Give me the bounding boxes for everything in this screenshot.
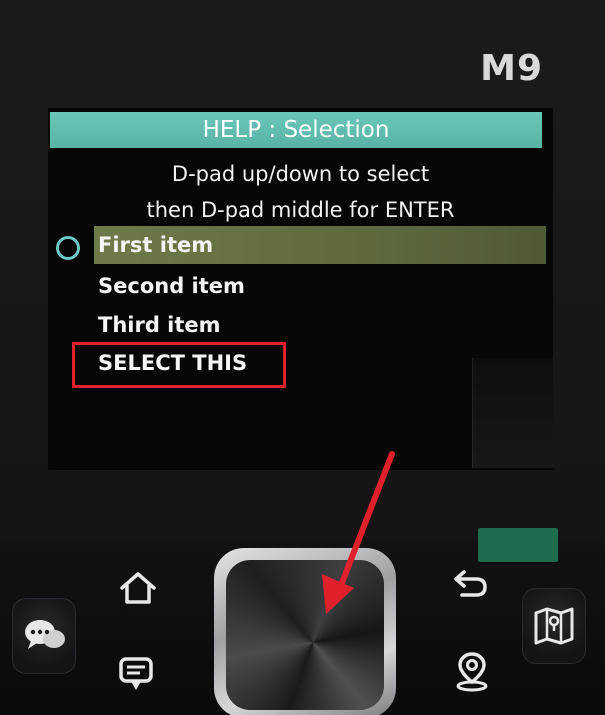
model-label: M9 [480, 48, 543, 89]
screen-glare [472, 358, 553, 468]
back-arrow-icon[interactable] [452, 568, 490, 600]
menu-item-third[interactable]: Third item [98, 313, 221, 337]
display-screen: HELP : Selection D-pad up/down to select… [48, 108, 553, 470]
device-body: M9 HELP : Selection D-pad up/down to sel… [0, 0, 605, 715]
selection-radio-icon [56, 236, 80, 260]
map-button[interactable] [522, 588, 586, 664]
menu-item-first[interactable]: First item [94, 226, 546, 264]
chat-bubbles-icon [23, 617, 67, 655]
message-icon[interactable] [118, 656, 154, 692]
instruction-line-2: then D-pad middle for ENTER [146, 198, 455, 222]
map-icon [533, 605, 575, 645]
location-pin-icon[interactable] [452, 650, 492, 692]
annotation-highlight-box [72, 342, 286, 388]
screen-header: HELP : Selection [50, 112, 542, 148]
instruction-line-1: D-pad up/down to select [171, 162, 430, 186]
chat-button[interactable] [12, 598, 76, 674]
dpad-center-button[interactable] [226, 560, 384, 710]
green-tab [478, 528, 558, 562]
menu-item-second[interactable]: Second item [98, 274, 245, 298]
home-icon[interactable] [118, 570, 158, 606]
